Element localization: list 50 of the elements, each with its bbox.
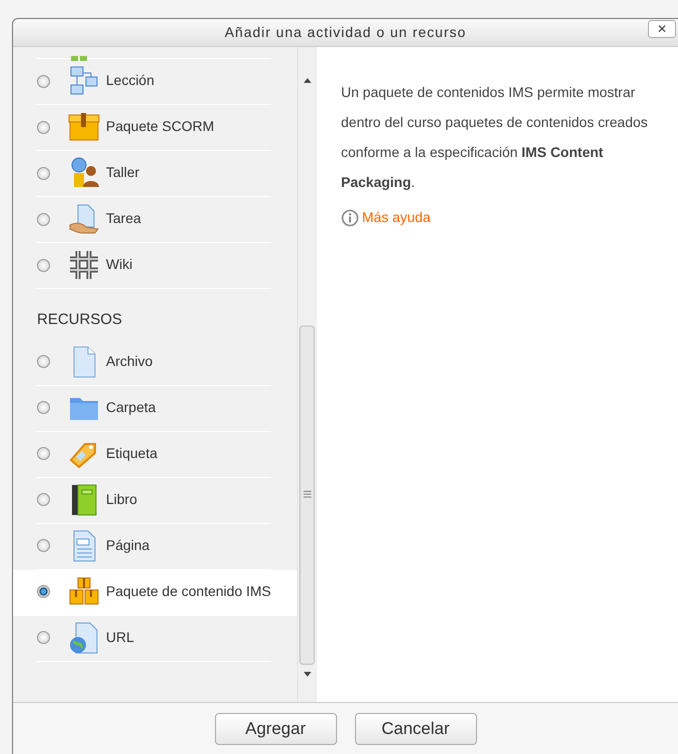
box-icon: [68, 111, 100, 143]
option-row[interactable]: Tarea: [13, 197, 297, 243]
option-row[interactable]: Paquete SCORM: [13, 105, 297, 151]
option-label: Libro: [106, 490, 138, 507]
radio-button[interactable]: [37, 258, 50, 272]
activity-icon-fragment: [69, 56, 89, 62]
option-row[interactable]: Archivo: [13, 340, 297, 386]
option-label: Taller: [106, 164, 140, 180]
dialog-button[interactable]: Cancelar: [354, 712, 476, 744]
close-button[interactable]: ✕: [648, 20, 676, 38]
option-row[interactable]: Libro: [13, 478, 297, 524]
globe-document-icon: [68, 622, 100, 654]
hierarchy-icon: [68, 65, 100, 97]
option-label: Archivo: [106, 352, 153, 369]
hash-icon: [68, 249, 100, 281]
radio-button[interactable]: [37, 493, 50, 506]
radio-button[interactable]: [37, 585, 50, 598]
radio-button[interactable]: [37, 631, 50, 644]
stacked-boxes-icon: [68, 576, 100, 608]
option-row[interactable]: Lección: [13, 59, 297, 105]
option-row[interactable]: URL: [13, 616, 297, 662]
option-label: URL: [106, 628, 134, 645]
option-row[interactable]: Taller: [13, 151, 297, 197]
scrollbar[interactable]: [297, 47, 317, 702]
radio-button[interactable]: [37, 120, 50, 134]
dialog-button[interactable]: Agregar: [214, 712, 336, 744]
info-icon: [341, 208, 359, 226]
option-row[interactable]: Etiqueta: [13, 432, 297, 478]
radio-button[interactable]: [37, 166, 50, 180]
dialog-title: Añadir una actividad o un recurso: [224, 23, 466, 42]
option-label: Lección: [106, 72, 154, 88]
option-label: Paquete de contenido IMS: [106, 582, 272, 599]
option-label: Página: [106, 536, 150, 553]
option-row[interactable]: Wiki: [13, 243, 297, 289]
radio-button[interactable]: [37, 212, 50, 226]
option-label: Paquete SCORM: [106, 118, 214, 134]
option-label: Tarea: [106, 210, 142, 226]
section-heading: RECURSOS: [36, 310, 124, 330]
hand-document-icon: [68, 203, 100, 235]
option-label: Etiqueta: [106, 444, 158, 461]
radio-button[interactable]: [37, 355, 50, 368]
option-label: Carpeta: [106, 398, 156, 415]
option-label: Wiki: [106, 256, 132, 272]
radio-button[interactable]: [37, 401, 50, 414]
radio-button[interactable]: [37, 539, 50, 552]
radio-button[interactable]: [37, 447, 50, 460]
option-row[interactable]: Paquete de contenido IMS: [13, 570, 297, 616]
description-text: Un paquete de contenidos IMS permite mostrar dentro del curso paquetes de contenidos creados conforme a la especificación IMS Content Packaging.: [341, 83, 649, 192]
radio-button[interactable]: [37, 74, 50, 88]
option-row[interactable]: Carpeta: [13, 386, 297, 432]
